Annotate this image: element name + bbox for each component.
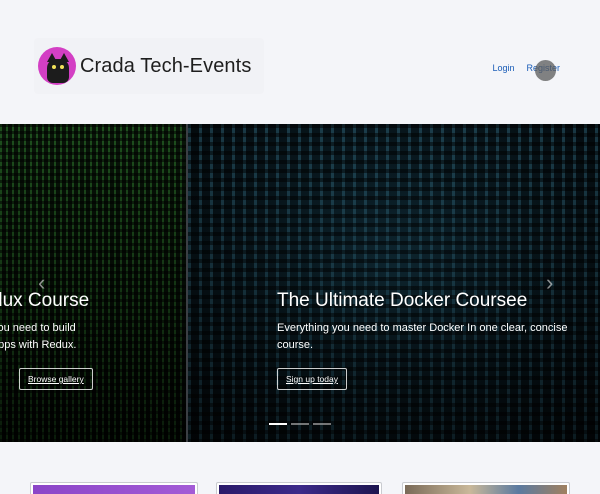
site-header: Crada Tech-Events Login Register [0,0,600,124]
slide-caption-active: The Ultimate Docker Coursee Everything y… [277,290,567,390]
carousel-slide-active [188,124,600,442]
cat-logo-icon [38,47,76,85]
slide-divider [186,124,188,442]
event-card[interactable] [216,482,382,494]
slide-title: dux Course [0,290,90,311]
event-cards-row [0,442,600,494]
carousel-indicator-1[interactable] [269,423,287,425]
carousel-indicator-2[interactable] [291,423,309,425]
login-link[interactable]: Login [492,63,514,73]
slide-text-line: course. [277,339,314,351]
brand[interactable]: Crada Tech-Events [34,38,264,94]
slide-title: The Ultimate Docker Coursee [277,290,528,311]
brand-name: Crada Tech-Events [80,54,252,77]
carousel-indicators [269,423,331,425]
slide-text-line: apps with Redux. [0,339,77,351]
carousel-slide-previous [0,124,187,442]
event-card[interactable] [30,482,198,494]
slide-caption-previous: dux Course you need to build apps with R… [0,290,93,390]
hero-carousel: ‹ › dux Course you need to build apps wi… [0,124,600,442]
cursor-indicator [535,60,556,81]
event-card-image [405,485,567,494]
sign-up-button[interactable]: Sign up today [277,368,347,390]
browse-gallery-button[interactable]: Browse gallery [19,368,93,390]
carousel-indicator-3[interactable] [313,423,331,425]
slide-text: you need to build apps with Redux. [0,320,93,354]
event-card[interactable] [402,482,570,494]
event-card-image [33,485,195,494]
slide-text: Everything you need to master Docker In … [277,320,567,354]
slide-text-line: you need to build [0,322,76,334]
event-card-image [219,485,379,494]
slide-text-line: Everything you need to master Docker In … [277,322,568,334]
